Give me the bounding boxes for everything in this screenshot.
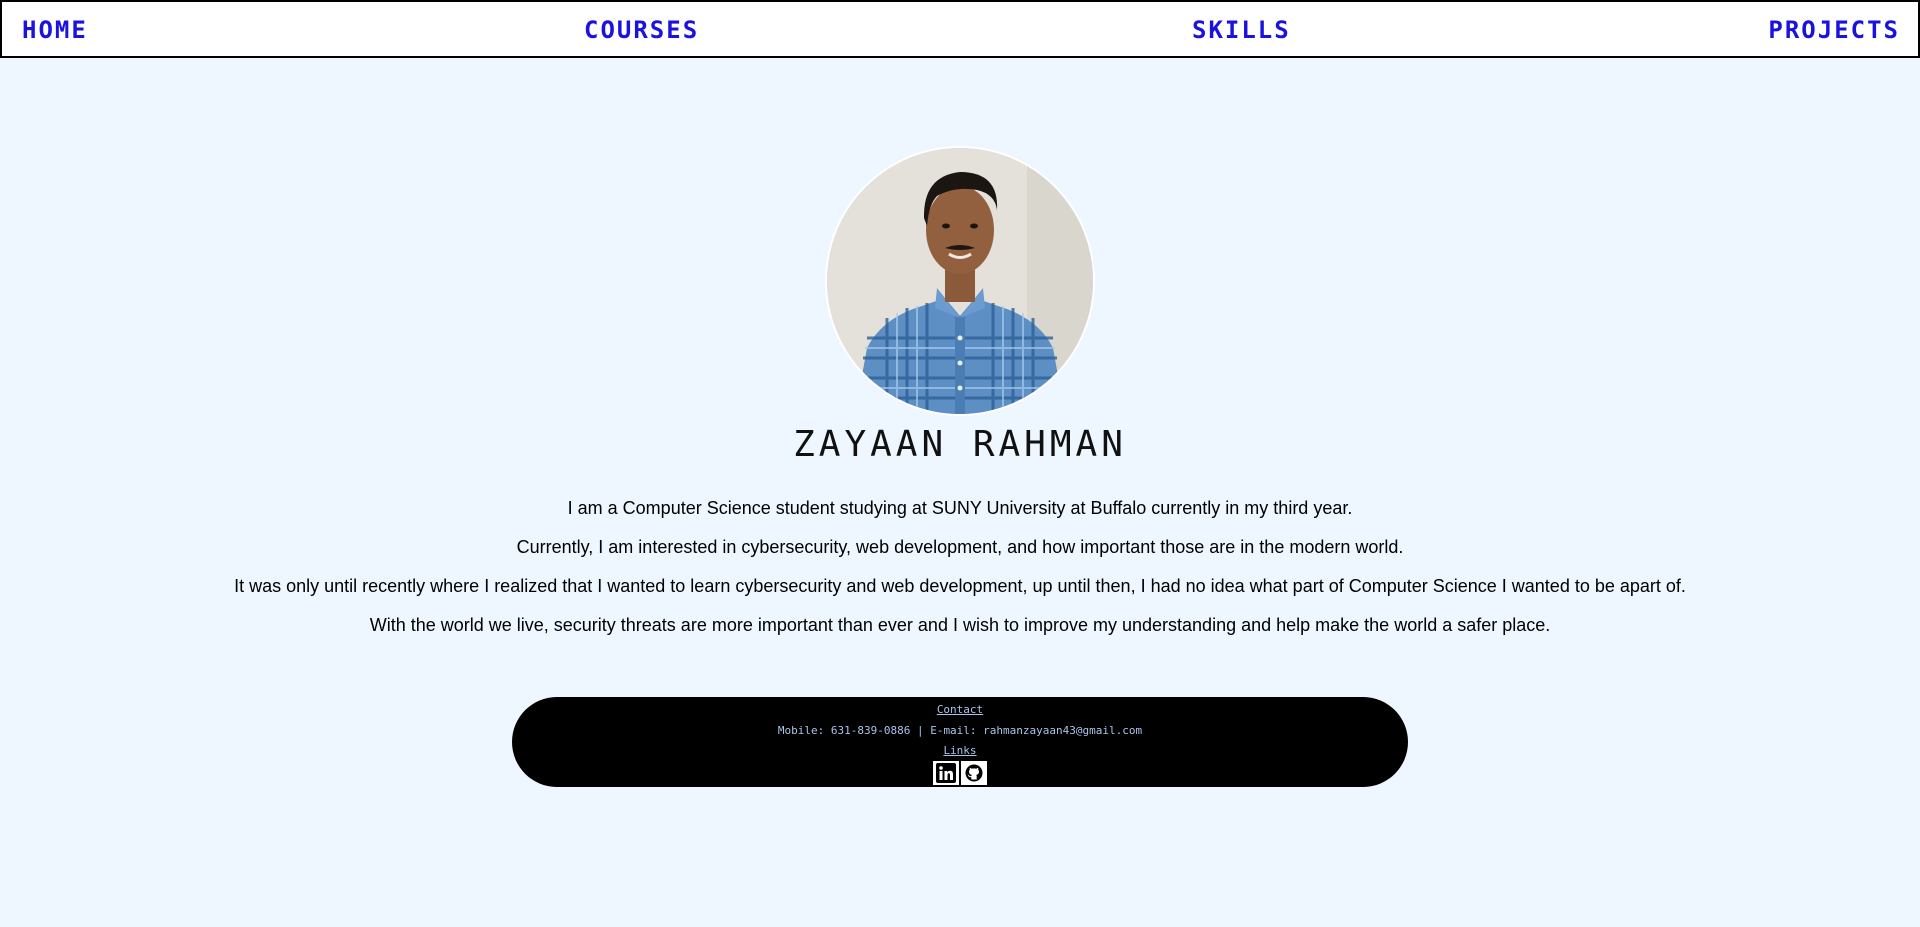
bio-paragraph: Currently, I am interested in cybersecur…: [516, 537, 1404, 557]
nav-home-link[interactable]: HOME: [22, 16, 88, 44]
linkedin-icon[interactable]: [933, 761, 959, 785]
github-icon[interactable]: [961, 761, 987, 785]
nav-courses-link[interactable]: COURSES: [584, 16, 699, 44]
profile-photo: [827, 148, 1093, 414]
bio-paragraph: I am a Computer Science student studying…: [567, 498, 1353, 518]
nav-projects-link[interactable]: PROJECTS: [1768, 16, 1900, 44]
contact-info: Mobile: 631-839-0886 | E-mail: rahmanzay…: [777, 724, 1143, 737]
contact-link[interactable]: Contact: [512, 703, 1408, 717]
bio-paragraph: It was only until recently where I reali…: [234, 576, 1686, 596]
nav-skills-link[interactable]: SKILLS: [1192, 16, 1291, 44]
contact-footer: Contact Mobile: 631-839-0886 | E-mail: r…: [512, 697, 1408, 787]
links-link[interactable]: Links: [512, 744, 1408, 758]
top-navbar: HOME COURSES SKILLS PROJECTS: [0, 0, 1920, 58]
profile-name: ZAYAAN RAHMAN: [793, 424, 1127, 465]
bio-paragraph: With the world we live, security threats…: [369, 615, 1551, 635]
